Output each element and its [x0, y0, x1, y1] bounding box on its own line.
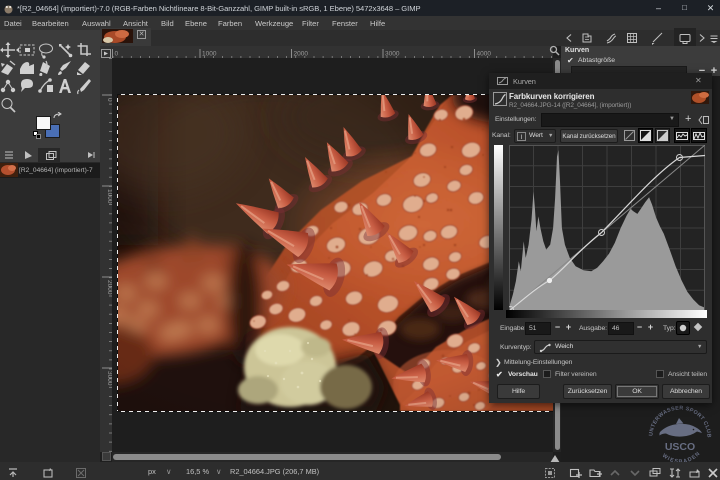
svg-text:2000: 2000 — [294, 51, 309, 58]
svg-text:USCO: USCO — [665, 441, 695, 453]
svg-text:3000: 3000 — [385, 51, 400, 58]
svg-text:0: 0 — [115, 51, 119, 58]
svg-text:4000: 4000 — [477, 51, 492, 58]
svg-text:1000: 1000 — [202, 51, 217, 58]
